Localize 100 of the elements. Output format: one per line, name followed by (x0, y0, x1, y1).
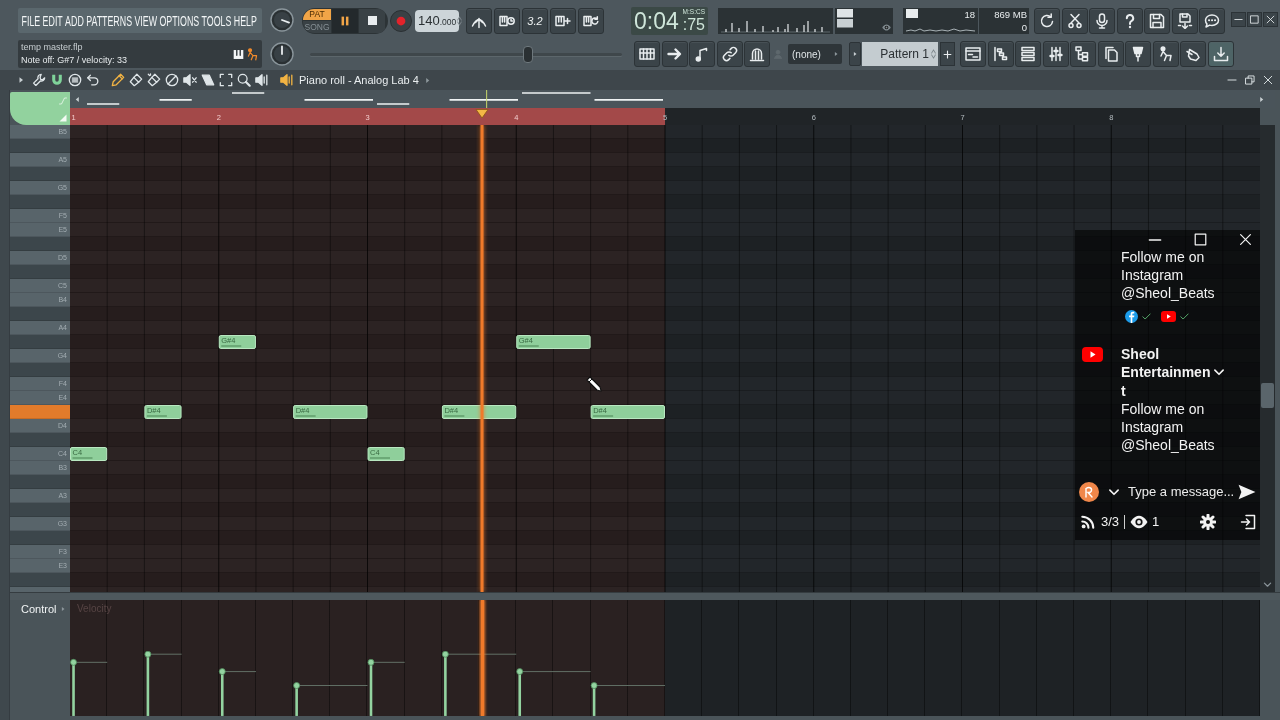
readout: 18 (964, 8, 975, 20)
channel-dropdown[interactable]: (none) (788, 44, 842, 64)
undo-icon[interactable] (86, 73, 100, 87)
message-text: Follow me on Instagram @Sheol_Beats (1121, 399, 1216, 454)
delete-icon[interactable] (165, 73, 179, 87)
maximize-button[interactable] (1247, 12, 1262, 27)
link-button[interactable] (716, 41, 743, 67)
pattern-selector[interactable]: Pattern 1 (862, 42, 938, 66)
magnet-icon[interactable] (50, 73, 64, 87)
author-name: Sheol Entertainment (1121, 345, 1212, 400)
plus-icon (943, 49, 952, 59)
send-icon[interactable] (1238, 482, 1256, 501)
close-button[interactable] (1263, 12, 1278, 27)
menu-item[interactable]: EDIT (42, 12, 63, 29)
exit-icon[interactable] (1240, 513, 1257, 530)
plugin-button[interactable] (1125, 41, 1151, 67)
close-icon (1266, 15, 1275, 24)
record-button[interactable] (390, 9, 412, 32)
browser-button[interactable] (1070, 41, 1096, 67)
keyboard-icon (639, 46, 655, 62)
maximize-icon[interactable] (1194, 233, 1207, 246)
save-button[interactable] (1144, 7, 1170, 34)
scroll-left-icon[interactable] (74, 95, 81, 103)
control-menu[interactable]: Control (21, 603, 67, 615)
paint-icon[interactable] (129, 73, 143, 87)
knob[interactable] (269, 8, 294, 32)
knob[interactable] (269, 42, 294, 66)
paint-sparkle-icon[interactable] (147, 73, 161, 87)
cut-button[interactable] (1061, 7, 1088, 34)
scrollbar-thumb[interactable] (1261, 383, 1274, 408)
mute-icon[interactable] (183, 73, 197, 87)
slice-icon[interactable] (201, 73, 215, 87)
mixer-button[interactable] (1042, 41, 1069, 67)
message-input[interactable]: Type a message... (1128, 484, 1236, 500)
pencil-cursor-icon (586, 376, 602, 392)
minimize-button[interactable] (1231, 12, 1246, 27)
readout: 0 (1021, 21, 1027, 33)
figure-button[interactable] (1152, 41, 1179, 67)
download-icon (1212, 46, 1229, 62)
close-icon[interactable] (1239, 233, 1252, 246)
caret-icon (833, 51, 839, 57)
add-pattern-button[interactable] (940, 42, 955, 66)
menu-item[interactable]: ADD (65, 12, 84, 29)
cpu-meter (906, 8, 918, 18)
pause-button[interactable] (332, 8, 358, 33)
zoom-icon[interactable] (237, 73, 251, 87)
record-audio-button[interactable] (1089, 7, 1115, 34)
music-note-icon (694, 46, 710, 62)
scroll-right-icon[interactable] (1258, 95, 1265, 103)
menu-item[interactable]: TOOLS (201, 12, 232, 29)
download-button[interactable] (1207, 41, 1234, 67)
play-logo-icon (1161, 311, 1176, 322)
playlist-icon (965, 46, 981, 62)
settings-icon[interactable] (1200, 513, 1217, 530)
piano-roll-button[interactable] (634, 41, 660, 67)
close-icon[interactable] (1263, 75, 1273, 85)
slider-thumb[interactable] (523, 45, 534, 63)
stop-button[interactable] (359, 8, 385, 33)
select-icon[interactable] (219, 73, 233, 87)
mode-toggle[interactable]: PAT (303, 8, 331, 20)
viewer-count: 1 (1152, 514, 1160, 530)
arrow-button[interactable] (661, 41, 688, 67)
maximize-icon (1250, 15, 1259, 24)
chat-button[interactable] (1199, 7, 1225, 34)
countdown-button[interactable]: 3.2 (522, 7, 548, 34)
hand-button[interactable] (1180, 41, 1206, 67)
scroll-down-icon[interactable] (1263, 580, 1272, 589)
list-button[interactable] (1015, 41, 1041, 67)
playlist-button[interactable] (960, 41, 986, 67)
loop-record-button[interactable] (578, 7, 604, 34)
steps-icon (992, 46, 1009, 62)
documents-button[interactable] (1097, 41, 1124, 67)
caret-icon (60, 606, 67, 612)
menu-item[interactable]: PATTERNS (86, 12, 133, 29)
tempo-field[interactable]: 140.000 (415, 9, 459, 32)
caret-icon[interactable] (17, 76, 25, 84)
caret-icon[interactable] (423, 76, 431, 84)
dome-button[interactable] (744, 41, 770, 67)
menu-item[interactable]: HELP (233, 12, 257, 29)
metronome-button[interactable] (466, 7, 492, 34)
note-button[interactable] (689, 41, 715, 67)
speaker-icon[interactable] (255, 73, 269, 87)
restore-icon[interactable] (1245, 75, 1255, 85)
wrench-icon[interactable] (32, 73, 46, 87)
avatar-icon (1079, 481, 1099, 502)
mode-toggle[interactable]: SONG (303, 21, 331, 33)
refresh-button[interactable] (1034, 7, 1060, 34)
keys-icon (233, 48, 244, 60)
step-edit-button[interactable] (550, 7, 576, 34)
help-button[interactable] (1116, 7, 1143, 34)
menu-item[interactable]: OPTIONS (159, 12, 200, 29)
menu-item[interactable]: VIEW (134, 12, 158, 29)
menu-item[interactable]: FILE (21, 12, 41, 29)
sources-count: 3/3 (1101, 514, 1120, 530)
pencil-icon[interactable] (111, 73, 125, 87)
wait-button[interactable] (494, 7, 520, 34)
scissors-icon (1066, 12, 1083, 29)
note-color-panel[interactable] (10, 92, 70, 125)
menu-icon[interactable] (68, 73, 82, 87)
export-button[interactable] (1171, 7, 1198, 34)
